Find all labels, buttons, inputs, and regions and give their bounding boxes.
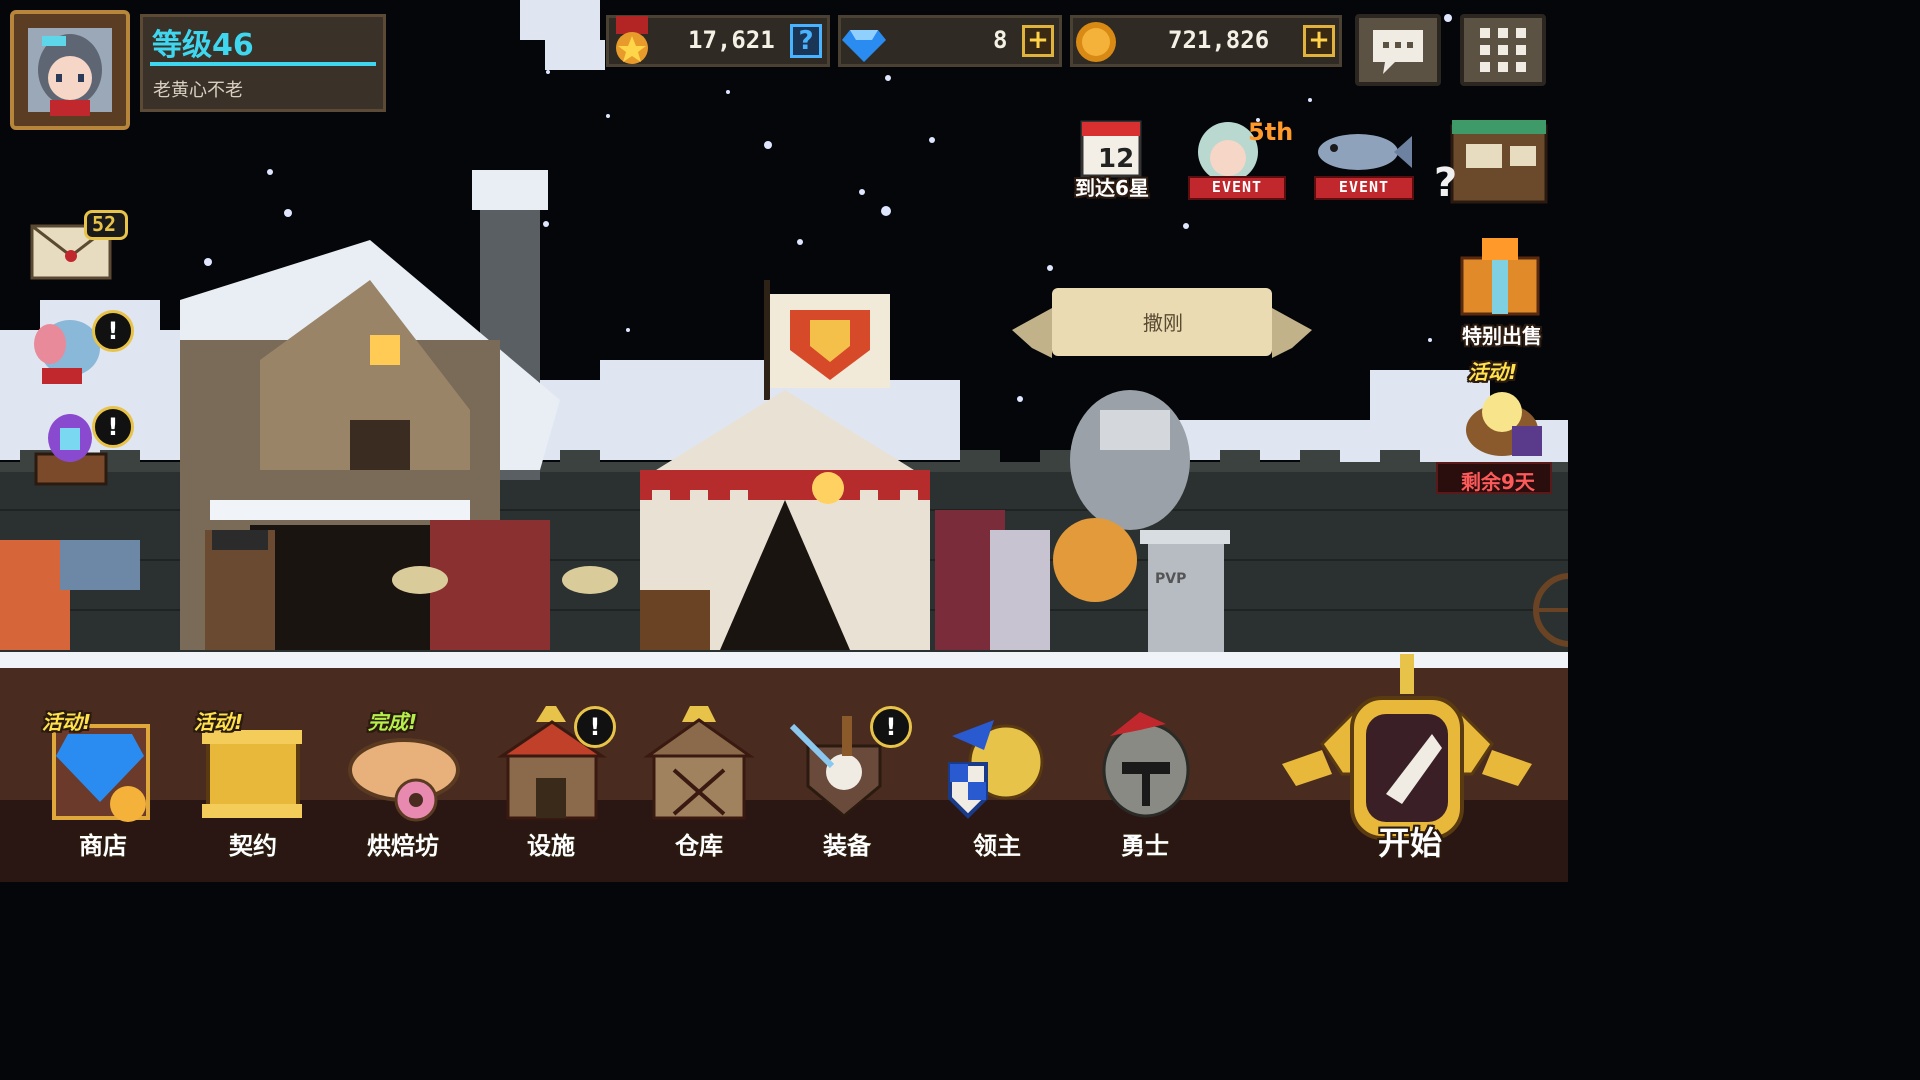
menu-equipment-label: 装备 [823, 832, 871, 860]
chat-bubble-icon [1373, 30, 1423, 74]
spellbook-alert-icon: ! [92, 406, 134, 448]
special-sale-button[interactable]: 特别出售 [1452, 232, 1552, 350]
characters [0, 510, 1137, 650]
quest-board-button[interactable]: ? [1434, 116, 1554, 208]
mail-button[interactable]: 52 [28, 208, 132, 284]
gold-value: 721,826 [1168, 26, 1270, 54]
knight-helmet-icon [1102, 712, 1190, 818]
menu-shop[interactable]: 活动! 商店 [28, 706, 178, 866]
mail-count: 52 [92, 212, 117, 236]
menu-bakery[interactable]: 完成! 烘焙坊 [328, 706, 478, 866]
spellbook-button[interactable]: ! [28, 404, 136, 496]
limited-offer-button[interactable] [1452, 382, 1552, 462]
gold-coin-icon [1076, 22, 1116, 62]
menu-facilities-label: 设施 [527, 832, 575, 860]
gold-add-button[interactable]: + [1303, 25, 1335, 57]
start-label: 开始 [1378, 824, 1443, 862]
remaining-days-label: 剩余9天 [1461, 470, 1535, 494]
activity-tag-right: 活动! [1468, 360, 1518, 384]
menu-hero[interactable]: 勇士 [1070, 706, 1220, 866]
special-sale-label: 特别出售 [1462, 324, 1542, 348]
menu-contract[interactable]: 活动! 契约 [178, 706, 328, 866]
menu-warehouse-label: 仓库 [675, 832, 723, 860]
gem-value: 8 [993, 26, 1008, 54]
help-question-icon: ? [1434, 160, 1458, 206]
gem-icon [842, 30, 886, 62]
cart-wheel [1533, 573, 1568, 647]
calendar-event-button[interactable]: 12 到达6星 [1068, 118, 1158, 200]
guild-flag [764, 280, 890, 400]
medal-help-button[interactable]: ? [790, 24, 822, 58]
event-ribbon-2: EVENT [1314, 176, 1414, 200]
menu-equipment[interactable]: ! 装备 [772, 706, 922, 866]
gem-add-button[interactable]: + [1022, 25, 1054, 57]
chat-button[interactable] [1355, 14, 1441, 86]
warehouse-barn-icon [643, 706, 755, 820]
menu-bakery-tag: 完成! [368, 710, 418, 734]
menu-shop-tag: 活动! [42, 710, 92, 734]
menu-facilities[interactable]: ! 设施 [476, 706, 626, 866]
anniversary-tag: 5th [1248, 118, 1294, 146]
fish-event-button[interactable]: EVENT [1308, 114, 1418, 200]
player-name: 老黄心不老 [153, 80, 243, 101]
menu-equipment-alert-icon: ! [870, 706, 912, 748]
menu-lord-label: 领主 [973, 832, 1021, 860]
grid-menu-button[interactable] [1460, 14, 1546, 86]
exp-bar [150, 62, 376, 66]
quest-hero-button[interactable]: ! [28, 308, 136, 392]
avatar-frame[interactable] [10, 10, 130, 130]
gift-box-icon [1460, 238, 1540, 316]
fish-icon [1318, 134, 1412, 170]
calendar-label: 到达6星 [1075, 176, 1149, 200]
avatar [28, 28, 112, 116]
menu-shop-label: 商店 [79, 832, 127, 860]
start-button[interactable]: 开始 [1282, 654, 1532, 870]
banner-text: 撒刚 [1143, 311, 1183, 335]
quest-hero-alert-icon: ! [92, 310, 134, 352]
grid-menu-icon [1480, 28, 1526, 72]
menu-lord[interactable]: 领主 [922, 706, 1072, 866]
menu-hero-label: 勇士 [1121, 832, 1169, 860]
magic-orb-icon [1466, 392, 1542, 456]
menu-contract-tag: 活动! [194, 710, 244, 734]
anniversary-event-button[interactable]: 5th EVENT [1184, 114, 1293, 200]
level-text: 等级46 [152, 28, 254, 63]
event-ribbon-1: EVENT [1188, 176, 1286, 200]
menu-warehouse[interactable]: 仓库 [624, 706, 774, 866]
medal-value: 17,621 [688, 26, 775, 54]
menu-bakery-label: 烘焙坊 [367, 832, 439, 860]
menu-contract-label: 契约 [229, 832, 277, 860]
calendar-day: 12 [1098, 144, 1135, 174]
game-scene: PVP 撒刚 等级46 老黄心不老 17,621 ? 8 + 721,826 +… [0, 0, 1568, 882]
lord-crest-icon [948, 720, 1044, 819]
medal-icon [616, 16, 648, 64]
menu-facilities-alert-icon: ! [574, 706, 616, 748]
